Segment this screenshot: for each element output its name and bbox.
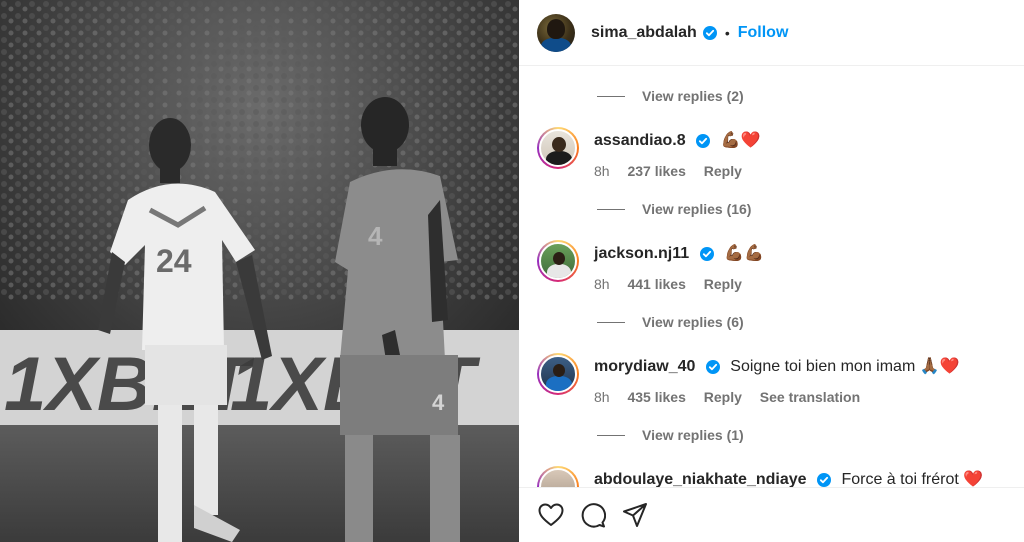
commenter-avatar[interactable] (537, 353, 579, 395)
view-replies-button[interactable]: View replies (1) (597, 427, 744, 443)
comment-item: abdoulaye_niakhate_ndiaye Force à toi fr… (537, 466, 1017, 487)
divider-line (597, 208, 625, 210)
view-replies-button[interactable]: View replies (16) (597, 201, 751, 217)
view-replies-label: View replies (16) (642, 201, 752, 217)
verified-badge-icon (705, 359, 720, 374)
post-photo-illustration: 1XBET 1XBET 24 4 4 (0, 0, 519, 542)
post-header: sima_abdalah • Follow (519, 0, 1024, 66)
view-replies-button[interactable]: View replies (6) (597, 314, 744, 330)
reply-button[interactable]: Reply (704, 163, 742, 179)
comment-time: 8h (594, 163, 610, 179)
view-replies-label: View replies (1) (642, 427, 744, 443)
comment-username[interactable]: morydiaw_40 (594, 358, 695, 375)
svg-text:4: 4 (368, 221, 383, 251)
divider-line (597, 321, 625, 323)
commenter-avatar[interactable] (537, 466, 579, 487)
comment-text: 💪🏾💪🏾 (724, 245, 764, 262)
comment-likes[interactable]: 435 likes (627, 389, 685, 405)
commenter-avatar[interactable] (537, 127, 579, 169)
verified-badge-icon (699, 246, 714, 261)
comment-username[interactable]: jackson.nj11 (594, 245, 689, 262)
commenter-avatar[interactable] (537, 240, 579, 282)
see-translation-button[interactable]: See translation (760, 389, 860, 405)
comment-time: 8h (594, 389, 610, 405)
comment-text: Soigne toi bien mon imam 🙏🏾❤️ (730, 358, 960, 375)
comment-item: jackson.nj11 💪🏾💪🏾 8h 441 likes Reply (537, 240, 1017, 300)
comment-text: 💪🏾❤️ (720, 132, 761, 149)
post-sidebar: sima_abdalah • Follow View replies (2) a… (519, 0, 1024, 542)
svg-text:24: 24 (156, 243, 192, 279)
divider-line (597, 95, 625, 97)
comment-icon[interactable] (579, 501, 607, 529)
svg-text:4: 4 (432, 390, 445, 415)
comment-item: assandiao.8 💪🏾❤️ 8h 237 likes Reply (537, 127, 1017, 187)
view-replies-label: View replies (2) (642, 88, 744, 104)
header-separator: • (724, 24, 730, 41)
comment-item: morydiaw_40 Soigne toi bien mon imam 🙏🏾❤… (537, 353, 1017, 413)
post-photo[interactable]: 1XBET 1XBET 24 4 4 (0, 0, 519, 542)
divider-line (597, 434, 625, 436)
follow-button[interactable]: Follow (738, 24, 789, 42)
post-actions-bar (519, 487, 1024, 542)
comment-likes[interactable]: 237 likes (627, 163, 685, 179)
view-replies-label: View replies (6) (642, 314, 744, 330)
comment-text: Force à toi frérot ❤️ (841, 471, 984, 487)
comment-username[interactable]: abdoulaye_niakhate_ndiaye (594, 471, 807, 487)
comments-list[interactable]: View replies (2) assandiao.8 💪🏾❤️ 8h 237… (519, 67, 1024, 487)
reply-button[interactable]: Reply (704, 276, 742, 292)
view-replies-button[interactable]: View replies (2) (597, 88, 744, 104)
comment-time: 8h (594, 276, 610, 292)
share-icon[interactable] (621, 501, 649, 529)
reply-button[interactable]: Reply (704, 389, 742, 405)
verified-badge-icon (696, 133, 711, 148)
author-username[interactable]: sima_abdalah (591, 24, 697, 42)
comment-likes[interactable]: 441 likes (627, 276, 685, 292)
author-avatar[interactable] (537, 13, 575, 52)
heart-icon[interactable] (537, 501, 565, 529)
comment-username[interactable]: assandiao.8 (594, 132, 686, 149)
verified-badge-icon (816, 472, 831, 487)
verified-badge-icon (702, 25, 717, 40)
